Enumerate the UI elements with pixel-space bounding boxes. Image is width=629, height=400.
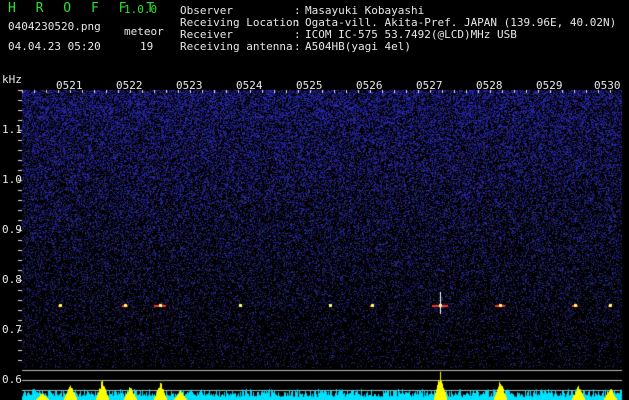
time-tick: 0522	[116, 79, 143, 92]
time-tick: 0529	[536, 79, 563, 92]
y-axis-unit: kHz	[2, 73, 22, 86]
freq-tick: 0.8	[2, 273, 22, 286]
meteor-label: meteor	[124, 25, 164, 38]
time-tick: 0524	[236, 79, 263, 92]
file-timestamp: 04.04.23 05:20	[8, 40, 101, 53]
freq-tick: 1.0	[2, 173, 22, 186]
meteor-count: 19	[140, 40, 154, 53]
freq-tick: 0.7	[2, 323, 22, 336]
time-tick: 0525	[296, 79, 323, 92]
time-tick: 0526	[356, 79, 383, 92]
time-tick: 0528	[476, 79, 503, 92]
antenna-colon: :	[294, 40, 301, 53]
time-tick: 0521	[56, 79, 83, 92]
freq-tick: 0.6	[2, 373, 22, 386]
app-version: 1.0.0	[124, 3, 158, 16]
antenna-label: Receiving antenna	[180, 40, 293, 53]
freq-tick: 1.1	[2, 123, 22, 136]
time-tick: 0527	[416, 79, 443, 92]
file-name: 0404230520.png	[8, 20, 101, 33]
antenna-value: A504HB(yagi 4el)	[305, 40, 411, 53]
time-tick: 0530	[594, 79, 621, 92]
time-tick: 0523	[176, 79, 203, 92]
freq-tick: 0.9	[2, 223, 22, 236]
spectrogram-canvas	[0, 0, 629, 400]
